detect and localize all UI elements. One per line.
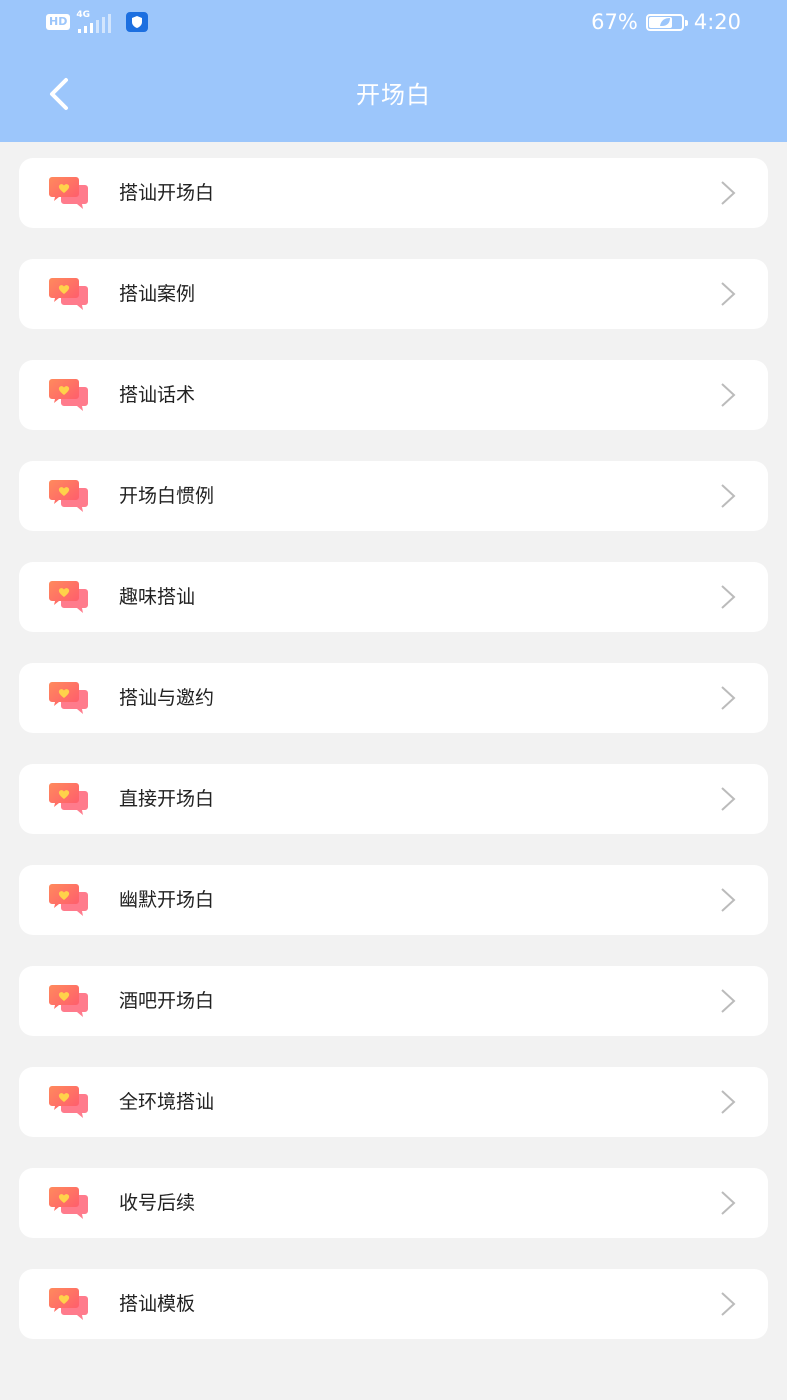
list-item-label: 幽默开场白 [119, 889, 215, 911]
chevron-right-icon [721, 1191, 736, 1215]
chevron-right-icon [721, 1292, 736, 1316]
network-indicator: 4G [76, 10, 116, 34]
list-item-label: 搭讪与邀约 [119, 687, 215, 709]
chevron-right-icon [721, 383, 736, 407]
leaf-icon [659, 18, 670, 26]
list-item-label: 直接开场白 [119, 788, 215, 810]
status-right: 67% 4:20 [591, 8, 741, 36]
menu-list: 搭讪开场白 搭讪案例 搭讪话术 开场白惯例 趣味搭讪 搭讪与邀约 直接开场白 幽… [19, 158, 768, 1370]
chevron-right-icon [721, 282, 736, 306]
chat-heart-icon [49, 480, 88, 512]
chat-heart-icon [49, 884, 88, 916]
list-item-label: 搭讪话术 [119, 384, 196, 406]
list-item[interactable]: 搭讪与邀约 [19, 663, 768, 733]
list-item[interactable]: 直接开场白 [19, 764, 768, 834]
hd-badge: HD [46, 14, 71, 30]
chat-heart-icon [49, 682, 88, 714]
list-item[interactable]: 搭讪开场白 [19, 158, 768, 228]
chat-heart-icon [49, 379, 88, 411]
chat-heart-icon [49, 1086, 88, 1118]
list-item-label: 趣味搭讪 [119, 586, 196, 608]
battery-percent: 67% [591, 10, 638, 34]
list-item[interactable]: 趣味搭讪 [19, 562, 768, 632]
chevron-right-icon [721, 989, 736, 1013]
page-title: 开场白 [356, 81, 431, 109]
list-item-label: 开场白惯例 [119, 485, 215, 507]
chevron-right-icon [721, 787, 736, 811]
chevron-right-icon [721, 686, 736, 710]
chevron-right-icon [721, 585, 736, 609]
chat-heart-icon [49, 783, 88, 815]
chat-heart-icon [49, 985, 88, 1017]
chevron-right-icon [721, 888, 736, 912]
list-item-label: 酒吧开场白 [119, 990, 215, 1012]
app-header: HD 4G 67% 4:20 开场白 [0, 0, 787, 142]
list-item-label: 收号后续 [119, 1192, 196, 1214]
list-item[interactable]: 全环境搭讪 [19, 1067, 768, 1137]
chat-heart-icon [49, 1187, 88, 1219]
list-item[interactable]: 搭讪案例 [19, 259, 768, 329]
battery-icon [645, 13, 688, 31]
list-item[interactable]: 开场白惯例 [19, 461, 768, 531]
shield-icon [126, 12, 149, 32]
clock: 4:20 [693, 10, 741, 34]
chevron-right-icon [721, 181, 736, 205]
list-item-label: 全环境搭讪 [119, 1091, 215, 1113]
status-bar: HD 4G 67% 4:20 [0, 0, 787, 44]
list-item[interactable]: 搭讪话术 [19, 360, 768, 430]
chat-heart-icon [49, 278, 88, 310]
chat-heart-icon [49, 1288, 88, 1320]
list-item-label: 搭讪模板 [119, 1293, 196, 1315]
chat-heart-icon [49, 581, 88, 613]
chevron-right-icon [721, 1090, 736, 1114]
list-item-label: 搭讪案例 [119, 283, 196, 305]
list-item[interactable]: 酒吧开场白 [19, 966, 768, 1036]
list-item[interactable]: 幽默开场白 [19, 865, 768, 935]
status-left: HD 4G [46, 10, 149, 34]
chevron-right-icon [721, 484, 736, 508]
signal-icon [78, 14, 112, 33]
list-item[interactable]: 收号后续 [19, 1168, 768, 1238]
chat-heart-icon [49, 177, 88, 209]
list-item-label: 搭讪开场白 [119, 182, 215, 204]
list-item[interactable]: 搭讪模板 [19, 1269, 768, 1339]
